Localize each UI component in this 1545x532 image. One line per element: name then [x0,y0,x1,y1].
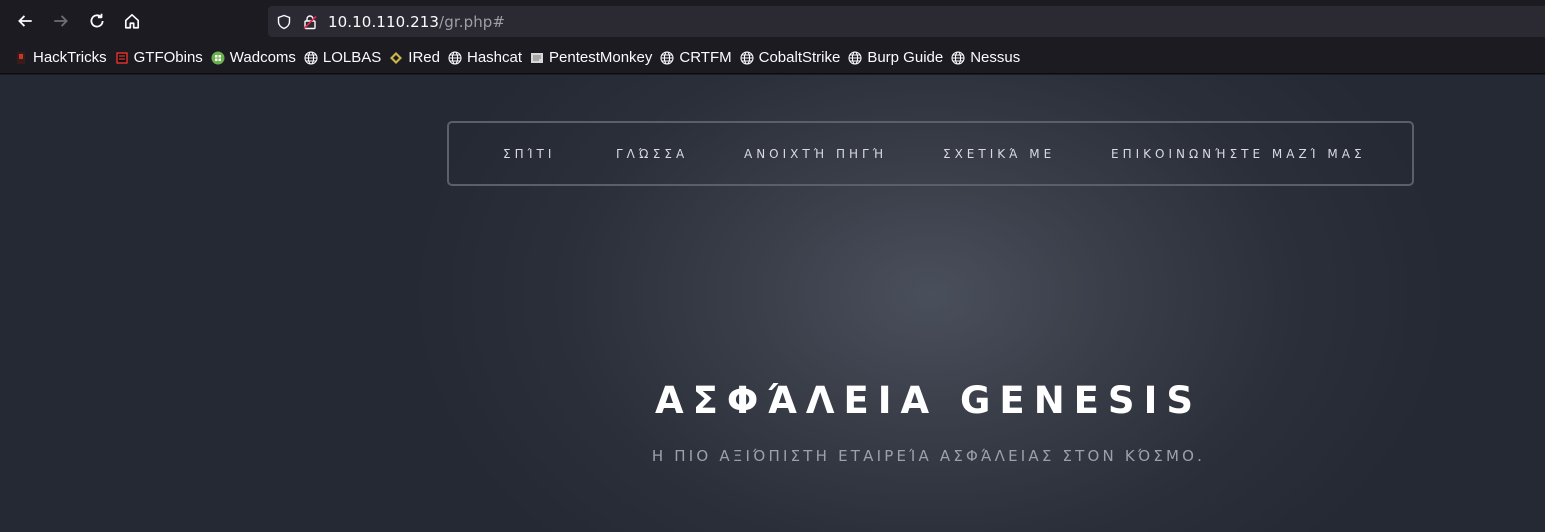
page-content: ΣΠΊΤΙ ΓΛΏΣΣΑ ΑΝΟΙΧΤΉ ΠΗΓΉ ΣΧΕΤΙΚΆ ΜΕ ΕΠΙ… [0,75,1545,532]
bookmark-label: Wadcoms [229,49,296,66]
bookmark-label: LOLBAS [322,49,382,66]
bookmark-lolbas[interactable]: LOLBAS [304,49,381,66]
bookmark-crtfm[interactable]: CRTFM [660,49,732,66]
bookmark-ired[interactable]: IRed [389,49,440,66]
bookmark-label: CobaltStrike [758,49,841,66]
globe-icon [660,50,674,65]
shield-icon[interactable] [276,14,292,30]
site-navigation: ΣΠΊΤΙ ΓΛΏΣΣΑ ΑΝΟΙΧΤΉ ΠΗΓΉ ΣΧΕΤΙΚΆ ΜΕ ΕΠΙ… [447,121,1414,186]
bookmarks-toolbar: HackTricks GTFObins Wadcoms LOLBAS IRed … [0,42,1545,74]
bookmark-label: Burp Guide [867,49,944,66]
globe-icon [740,50,754,65]
bookmark-label: Nessus [970,49,1021,66]
bookmark-label: CRTFM [679,49,732,66]
globe-icon [951,50,965,65]
hero-subtitle: Η ΠΙΟ ΑΞΙΌΠΙΣΤΗ ΕΤΑΙΡΕΊΑ ΑΣΦΆΛΕΙΑΣ ΣΤΟΝ … [651,447,1206,465]
bookmark-label: GTFObins [133,49,203,66]
browser-toolbar: 10.10.110.213/gr.php# [0,0,1545,42]
pentestmonkey-icon [530,51,544,65]
hacktricks-icon [14,51,28,65]
globe-icon [448,50,462,65]
bookmark-burp-guide[interactable]: Burp Guide [848,49,943,66]
bookmark-hashcat[interactable]: Hashcat [448,49,522,66]
bookmark-label: HackTricks [33,49,107,66]
arrow-right-icon [54,15,68,27]
bookmark-label: PentestMonkey [549,49,653,66]
url-path: /gr.php# [439,12,506,31]
hero-title: ΑΣΦΆΛΕΙΑ GENESIS [654,379,1202,422]
nav-language-link[interactable]: ΓΛΏΣΣΑ [616,147,688,161]
reload-icon [90,13,104,28]
bookmark-hacktricks[interactable]: HackTricks [14,49,107,66]
forward-button[interactable] [43,5,79,37]
globe-icon [304,50,318,65]
ired-icon [389,51,403,65]
home-button[interactable] [114,5,150,37]
wadcoms-icon [211,51,225,65]
bookmark-label: Hashcat [466,49,523,66]
nav-contact-link[interactable]: ΕΠΙΚΟΙΝΩΝΉΣΤΕ ΜΑΖΊ ΜΑΣ [1111,147,1366,161]
bookmark-gtfobins[interactable]: GTFObins [115,49,203,66]
bookmark-label: IRed [408,49,440,66]
back-button[interactable] [7,5,43,37]
home-icon [124,13,140,29]
nav-about-link[interactable]: ΣΧΕΤΙΚΆ ΜΕ [943,147,1055,161]
reload-button[interactable] [79,5,115,37]
bookmark-pentestmonkey[interactable]: PentestMonkey [530,49,652,66]
bookmark-nessus[interactable]: Nessus [951,49,1020,66]
nav-home-link[interactable]: ΣΠΊΤΙ [503,147,555,161]
arrow-left-icon [18,15,32,27]
url-host: 10.10.110.213 [328,12,440,31]
url-bar[interactable]: 10.10.110.213/gr.php# [268,6,1545,37]
nav-open-source-link[interactable]: ΑΝΟΙΧΤΉ ΠΗΓΉ [744,147,887,161]
bookmark-cobaltstrike[interactable]: CobaltStrike [740,49,841,66]
globe-icon [848,50,862,65]
insecure-lock-icon[interactable] [302,14,318,30]
bookmark-wadcoms[interactable]: Wadcoms [211,49,296,66]
gtfobins-icon [115,51,129,65]
url-text[interactable]: 10.10.110.213/gr.php# [328,13,505,31]
